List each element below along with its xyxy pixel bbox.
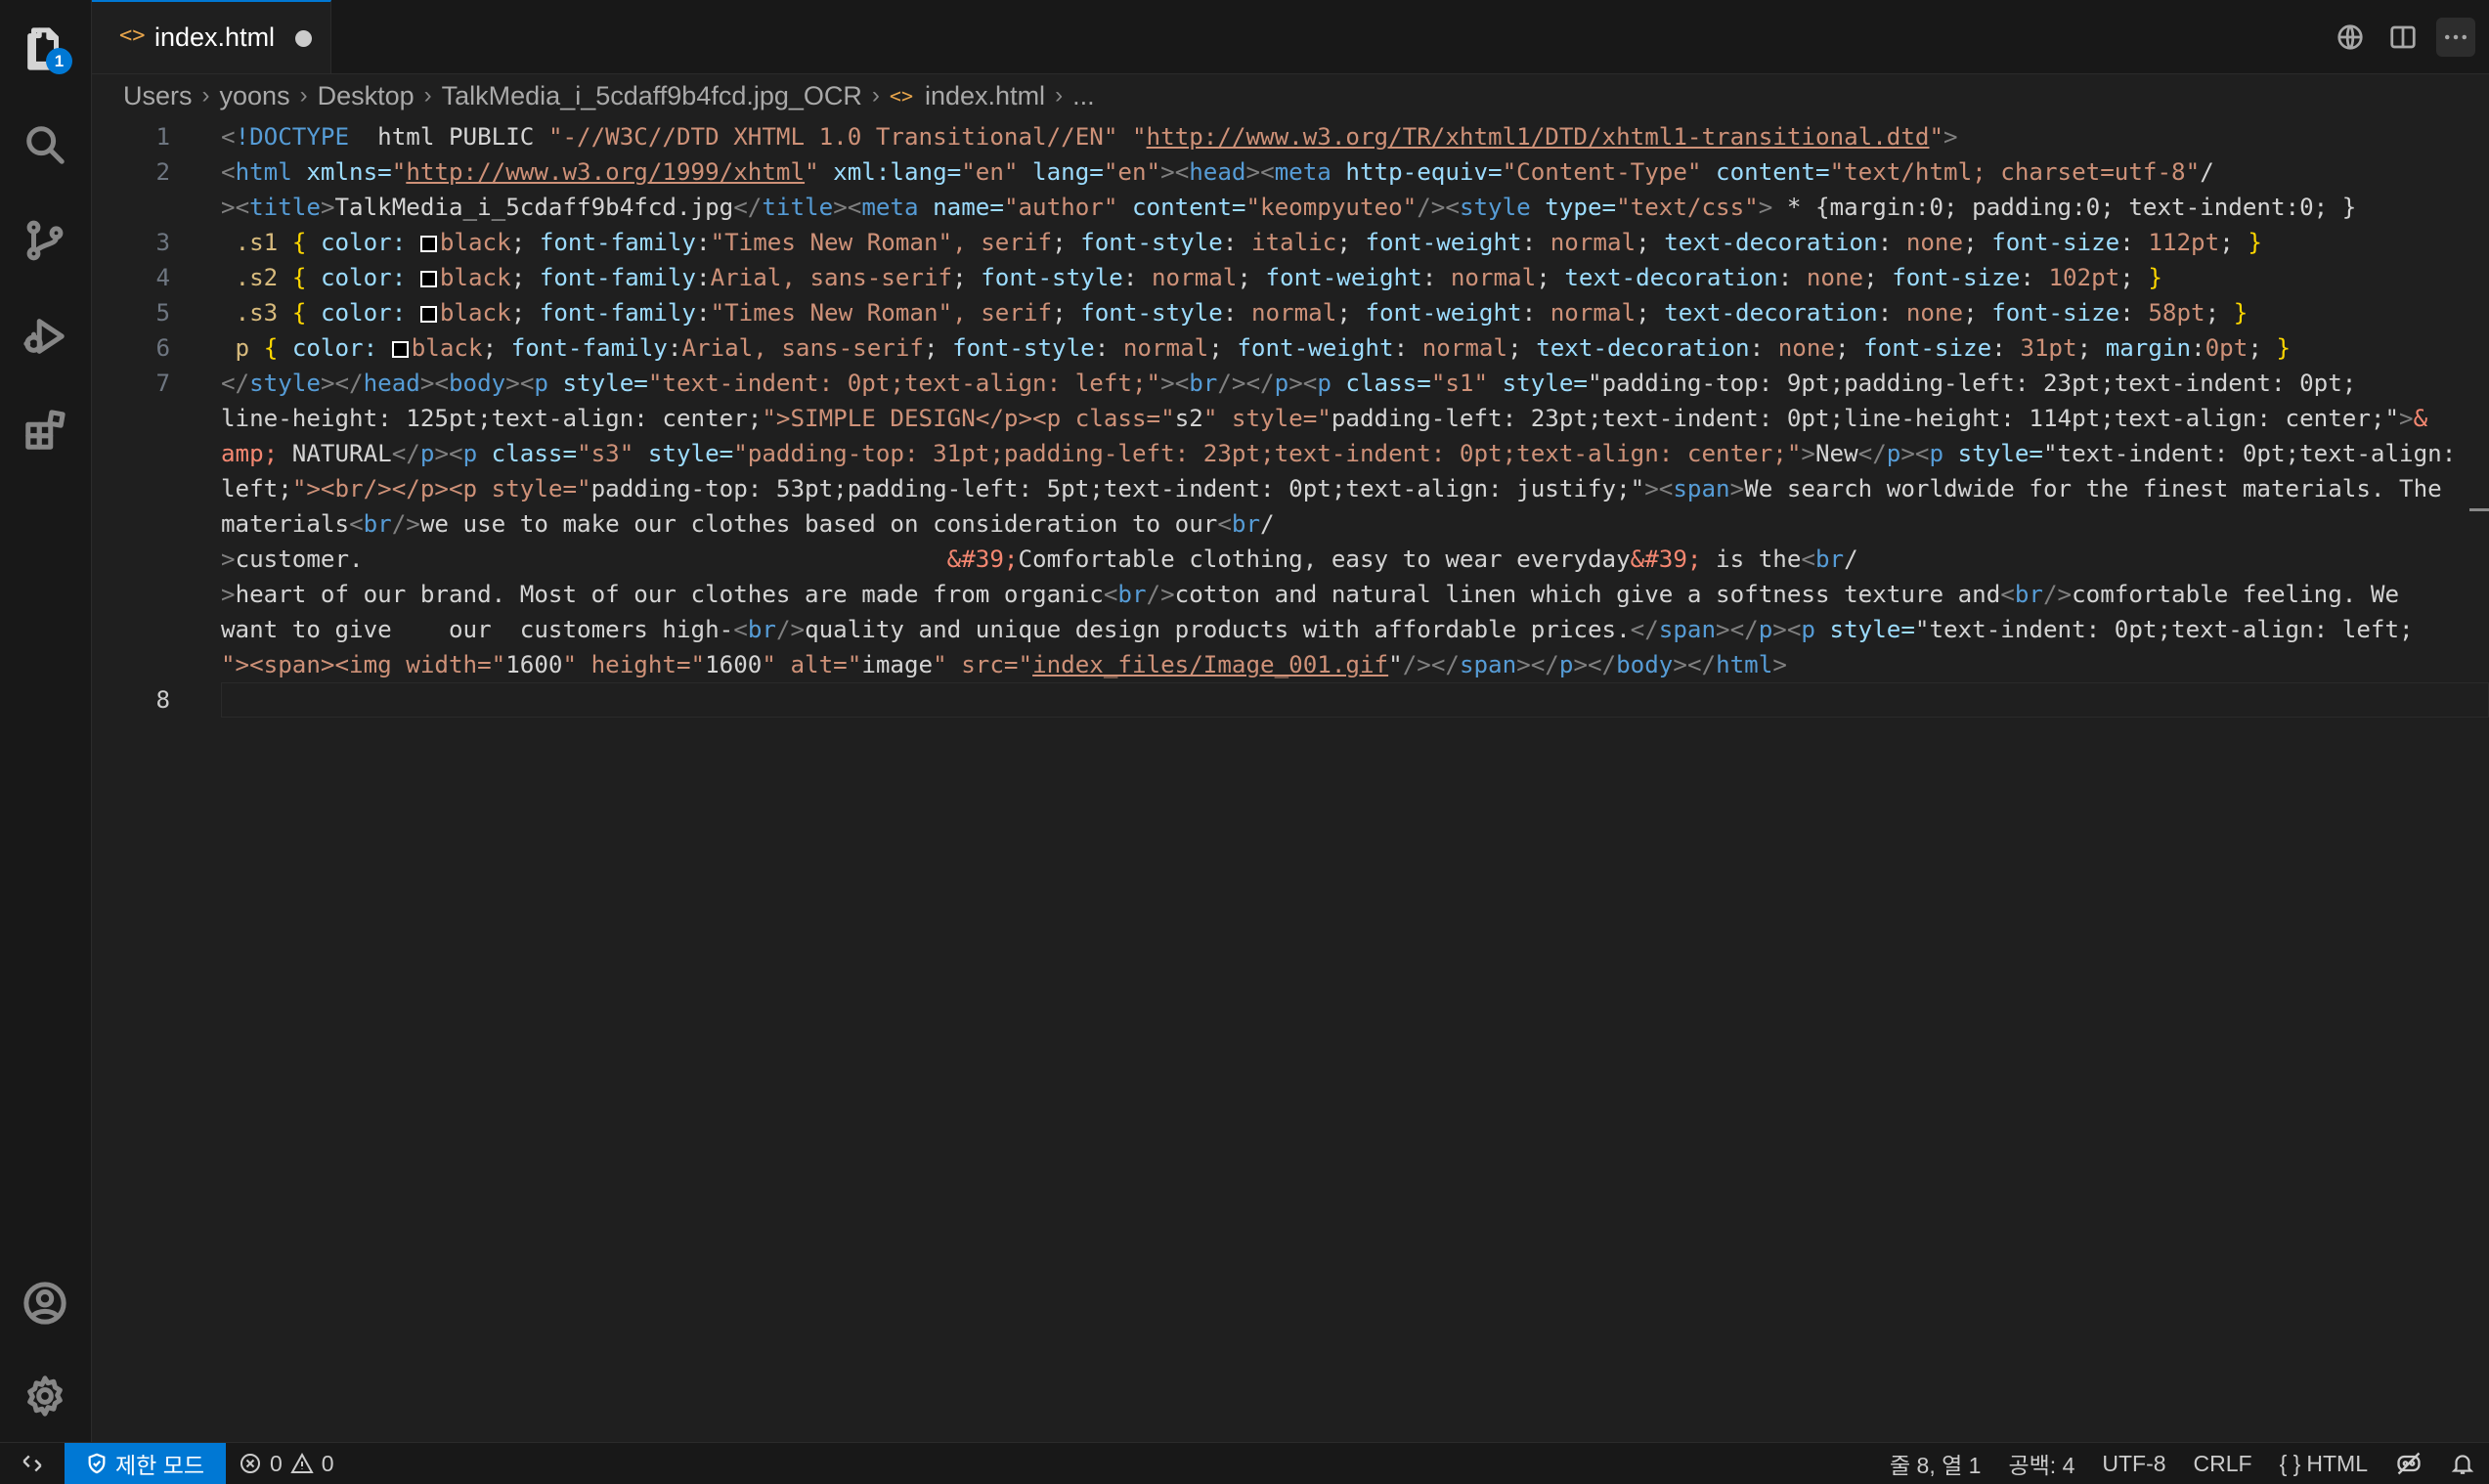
line-ending[interactable]: CRLF — [2180, 1451, 2266, 1477]
split-editor-icon[interactable] — [2383, 18, 2423, 57]
tab-label: index.html — [154, 22, 276, 52]
restricted-mode-button[interactable]: 제한 모드 — [65, 1443, 227, 1484]
shield-icon — [88, 1453, 106, 1474]
line-number: 7 — [155, 370, 170, 397]
breadcrumb-item[interactable]: TalkMedia_i_5cdaff9b4fcd.jpg_OCR — [442, 81, 862, 111]
explorer-icon[interactable]: 1 — [18, 22, 72, 76]
code-line[interactable]: .s1 { color: black; font-family:"Times N… — [221, 225, 2262, 260]
scrollbar-marker[interactable] — [2469, 508, 2489, 511]
language-label: HTML — [2306, 1450, 2368, 1476]
current-line-highlight — [221, 682, 2489, 718]
code-line[interactable]: p { color: black; font-family:Arial, san… — [221, 330, 2291, 366]
tab-index-html[interactable]: <> index.html — [92, 0, 331, 73]
problems-indicator[interactable]: 0 0 — [239, 1443, 334, 1484]
line-number: 3 — [155, 229, 170, 256]
code-line[interactable]: >customer. &#39;Comfortable clothing, ea… — [221, 542, 1858, 577]
color-swatch[interactable] — [419, 236, 437, 252]
code-line[interactable]: want to give our customers high-<br/>qua… — [221, 612, 2414, 647]
extensions-icon[interactable] — [18, 403, 72, 458]
chevron-right-icon: › — [871, 82, 880, 109]
line-number: 5 — [155, 299, 170, 327]
language-mode[interactable]: { } HTML — [2266, 1451, 2381, 1477]
line-number: 2 — [155, 158, 170, 186]
line-number: 8 — [155, 686, 170, 714]
notifications-bell-icon[interactable] — [2436, 1451, 2489, 1476]
code-line[interactable]: .s3 { color: black; font-family:"Times N… — [221, 295, 2249, 330]
color-swatch[interactable] — [419, 271, 437, 287]
cursor-position[interactable]: 줄 8, 열 1 — [1876, 1447, 1994, 1480]
code-line[interactable]: >heart of our brand. Most of our clothes… — [221, 577, 2399, 612]
warning-icon — [290, 1452, 314, 1473]
restricted-mode-label: 제한 모드 — [115, 1453, 205, 1478]
more-actions-icon[interactable] — [2436, 18, 2475, 57]
code-line[interactable]: left;"><br/></p><p style="padding-top: 5… — [221, 471, 2442, 506]
code-line[interactable]: "><span><img width="1600" height="1600" … — [221, 647, 1787, 682]
run-debug-icon[interactable] — [18, 309, 72, 364]
error-icon — [240, 1454, 260, 1473]
error-count: 0 — [270, 1450, 283, 1476]
color-swatch[interactable] — [419, 306, 437, 323]
globe-icon[interactable] — [2331, 18, 2370, 57]
breadcrumb-item[interactable]: Desktop — [318, 81, 415, 111]
breadcrumb-item[interactable]: ... — [1072, 81, 1095, 111]
line-number: 1 — [155, 123, 170, 151]
chevron-right-icon: › — [201, 82, 210, 109]
status-bar: 제한 모드 0 0 줄 8, 열 1 공백: 4 UTF-8 CRLF { } … — [0, 1442, 2489, 1484]
code-line[interactable]: .s2 { color: black; font-family:Arial, s… — [221, 260, 2162, 295]
unsaved-dot-icon[interactable] — [295, 30, 312, 47]
chevron-right-icon: › — [1055, 82, 1064, 109]
search-icon[interactable] — [18, 117, 72, 172]
indentation[interactable]: 공백: 4 — [1994, 1447, 2088, 1480]
breadcrumb-item[interactable]: yoons — [220, 81, 290, 111]
chevron-right-icon: › — [423, 82, 432, 109]
breadcrumb-item[interactable]: index.html — [925, 81, 1045, 111]
encoding[interactable]: UTF-8 — [2088, 1451, 2179, 1477]
code-line[interactable]: <!DOCTYPE html PUBLIC "-//W3C//DTD XHTML… — [221, 119, 1958, 154]
line-number: 4 — [155, 264, 170, 291]
html-file-icon: <> — [889, 84, 913, 108]
line-number: 6 — [155, 334, 170, 362]
explorer-badge: 1 — [46, 48, 72, 74]
code-line[interactable]: <html xmlns="http://www.w3.org/1999/xhtm… — [221, 154, 2214, 190]
code-editor[interactable]: 1 2 3 4 5 6 7 8 <!DOCTYPE html PUBLIC "-//W3C//… — [92, 119, 2489, 1439]
code-line[interactable]: line-height: 125pt;text-align: center;">… — [221, 401, 2427, 436]
tab-bar: <> index.html — [92, 0, 2489, 74]
code-line[interactable]: ><title>TalkMedia_i_5cdaff9b4fcd.jpg</ti… — [221, 190, 2356, 225]
settings-gear-icon[interactable] — [18, 1369, 72, 1423]
warning-count: 0 — [321, 1450, 334, 1476]
code-line[interactable]: amp; NATURAL</p><p class="s3" style="pad… — [221, 436, 2456, 471]
html-file-icon: <> — [119, 23, 146, 48]
activity-bar: 1 — [0, 0, 92, 1443]
chevron-right-icon: › — [299, 82, 308, 109]
braces-icon: { } — [2279, 1450, 2301, 1476]
copilot-icon[interactable] — [2381, 1450, 2436, 1477]
source-control-icon[interactable] — [18, 213, 72, 268]
code-line[interactable]: </style></head><body><p style="text-inde… — [221, 366, 2356, 401]
remote-icon[interactable] — [0, 1443, 65, 1484]
color-swatch[interactable] — [391, 341, 409, 358]
breadcrumb-item[interactable]: Users — [123, 81, 193, 111]
code-line[interactable]: materials<br/>we use to make our clothes… — [221, 506, 1275, 542]
editor-actions — [2331, 18, 2489, 57]
breadcrumb: Users › yoons › Desktop › TalkMedia_i_5c… — [123, 76, 1095, 115]
account-icon[interactable] — [18, 1276, 72, 1331]
